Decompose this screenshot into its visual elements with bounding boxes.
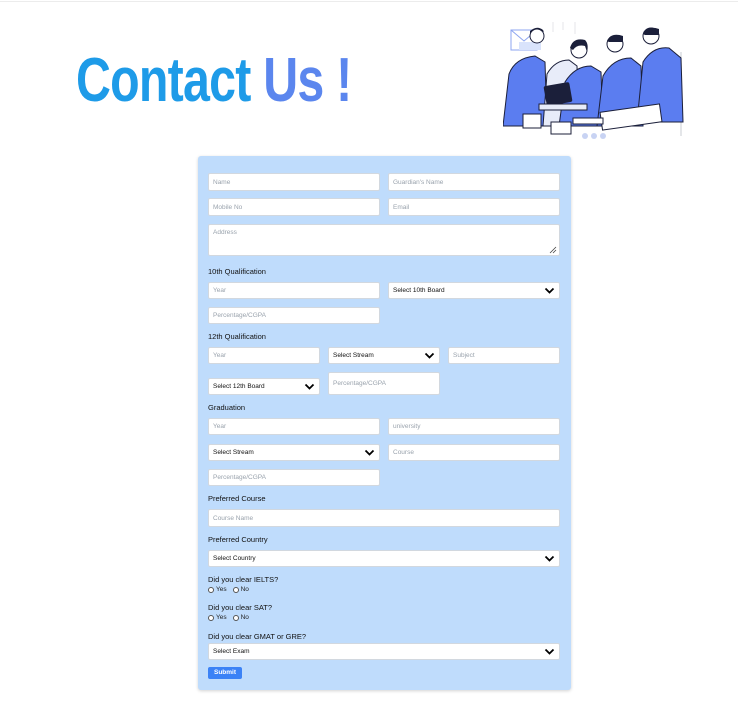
name-input[interactable]: [208, 173, 380, 191]
tenth-board-select[interactable]: Select 10th Board: [388, 282, 560, 299]
page-title-part1: Contact: [76, 46, 264, 115]
ielts-yes-label: Yes: [216, 586, 227, 593]
team-illustration: [503, 22, 684, 139]
sat-radio-group: Yes No: [208, 614, 249, 621]
tenth-qualification-heading: 10th Qualification: [208, 267, 266, 276]
ielts-radio-group: Yes No: [208, 586, 249, 593]
mobile-input[interactable]: [208, 198, 380, 216]
top-divider: [0, 1, 738, 2]
sat-no-label: No: [240, 614, 249, 621]
graduation-course-input[interactable]: [388, 444, 560, 461]
preferred-country-heading: Preferred Country: [208, 535, 268, 544]
twelfth-board-select[interactable]: Select 12th Board: [208, 378, 320, 395]
page-title: Contact Us !: [76, 46, 352, 116]
twelfth-board-select-value: Select 12th Board: [213, 383, 265, 390]
tenth-board-select-value: Select 10th Board: [393, 287, 445, 294]
graduation-heading: Graduation: [208, 403, 246, 412]
chevron-down-icon: [544, 648, 555, 655]
course-name-input[interactable]: [208, 509, 560, 527]
exam-select-value: Select Exam: [213, 648, 250, 655]
exam-select[interactable]: Select Exam: [208, 643, 560, 660]
chevron-down-icon: [364, 449, 375, 456]
ielts-no-label: No: [240, 586, 249, 593]
ielts-no-radio[interactable]: [232, 586, 239, 593]
ielts-yes-radio[interactable]: [208, 586, 214, 593]
tenth-year-input[interactable]: [208, 282, 380, 299]
contact-form: 10th Qualification Select 10th Board 12t…: [198, 156, 571, 690]
graduation-percentage-input[interactable]: [208, 469, 380, 486]
page-title-part2: Us !: [263, 46, 352, 115]
twelfth-year-input[interactable]: [208, 347, 320, 364]
country-select[interactable]: Select Country: [208, 550, 560, 567]
preferred-course-heading: Preferred Course: [208, 494, 266, 503]
guardian-name-input[interactable]: [388, 173, 560, 191]
sat-no-radio[interactable]: [232, 614, 239, 621]
twelfth-subject-input[interactable]: [448, 347, 560, 364]
sat-yes-radio[interactable]: [208, 614, 214, 621]
sat-yes-label: Yes: [216, 614, 227, 621]
graduation-year-input[interactable]: [208, 418, 380, 435]
twelfth-percentage-input[interactable]: [328, 372, 440, 395]
gmat-question: Did you clear GMAT or GRE?: [208, 632, 307, 641]
chevron-down-icon: [304, 383, 315, 390]
sat-question: Did you clear SAT?: [208, 603, 273, 612]
graduation-stream-select-value: Select Stream: [213, 449, 254, 456]
twelfth-stream-select-value: Select Stream: [333, 352, 374, 359]
graduation-stream-select[interactable]: Select Stream: [208, 444, 380, 461]
chevron-down-icon: [544, 287, 555, 294]
country-select-value: Select Country: [213, 555, 256, 562]
university-input[interactable]: [388, 418, 560, 435]
chevron-down-icon: [424, 352, 435, 359]
twelfth-qualification-heading: 12th Qualification: [208, 332, 266, 341]
address-textarea[interactable]: [208, 224, 560, 256]
ielts-question: Did you clear IELTS?: [208, 575, 279, 584]
twelfth-stream-select[interactable]: Select Stream: [328, 347, 440, 364]
chevron-down-icon: [544, 555, 555, 562]
tenth-percentage-input[interactable]: [208, 307, 380, 324]
email-input[interactable]: [388, 198, 560, 216]
submit-button[interactable]: Submit: [208, 667, 242, 679]
